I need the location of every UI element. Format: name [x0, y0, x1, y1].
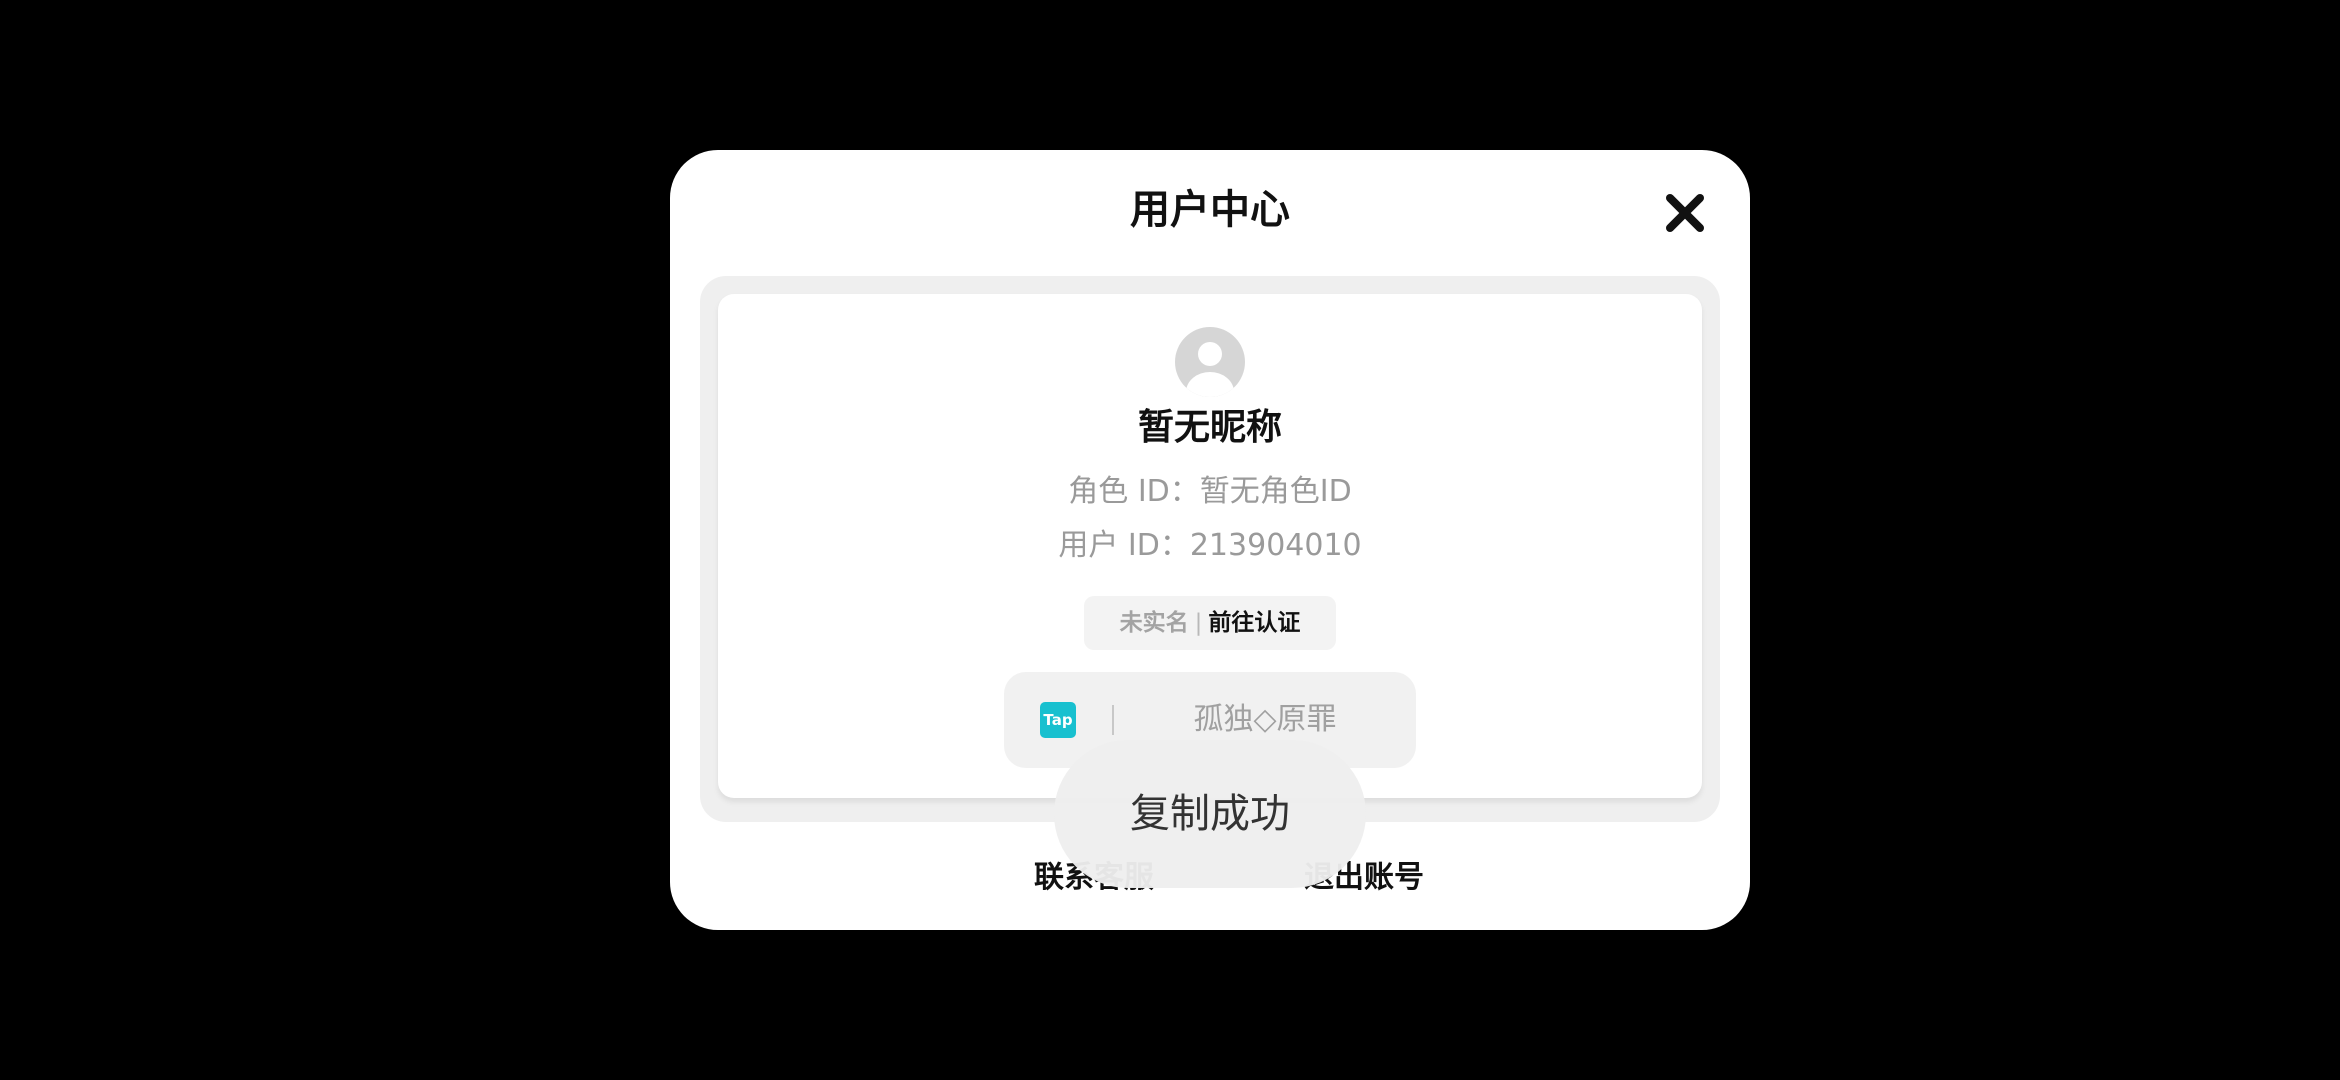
realname-separator: |	[1194, 610, 1203, 636]
role-id-text[interactable]: 角色 ID：暂无角色ID	[718, 470, 1702, 514]
dialog-title: 用户中心	[1130, 187, 1290, 233]
realname-verification: 未实名 | 前往认证	[1084, 596, 1336, 650]
verify-link[interactable]: 前往认证	[1208, 610, 1300, 636]
copy-success-toast: 复制成功	[1054, 740, 1366, 888]
profile-card: 暂无昵称 角色 ID：暂无角色ID 用户 ID：213904010 未实名 | 前往…	[718, 294, 1702, 798]
screen: 用户中心 暂无昵称 角色 ID：暂无角色ID 用户 ID：213904010 未…	[0, 0, 2340, 1080]
avatar	[1174, 326, 1246, 398]
taptap-logo: Tap	[1040, 702, 1076, 738]
avatar-icon	[1175, 327, 1245, 397]
close-button[interactable]	[1658, 186, 1712, 240]
realname-status: 未实名	[1119, 610, 1189, 636]
close-icon	[1666, 194, 1704, 232]
nickname: 暂无昵称	[1137, 407, 1282, 448]
user-id-text[interactable]: 用户 ID：213904010	[718, 524, 1702, 568]
divider	[1112, 705, 1114, 735]
